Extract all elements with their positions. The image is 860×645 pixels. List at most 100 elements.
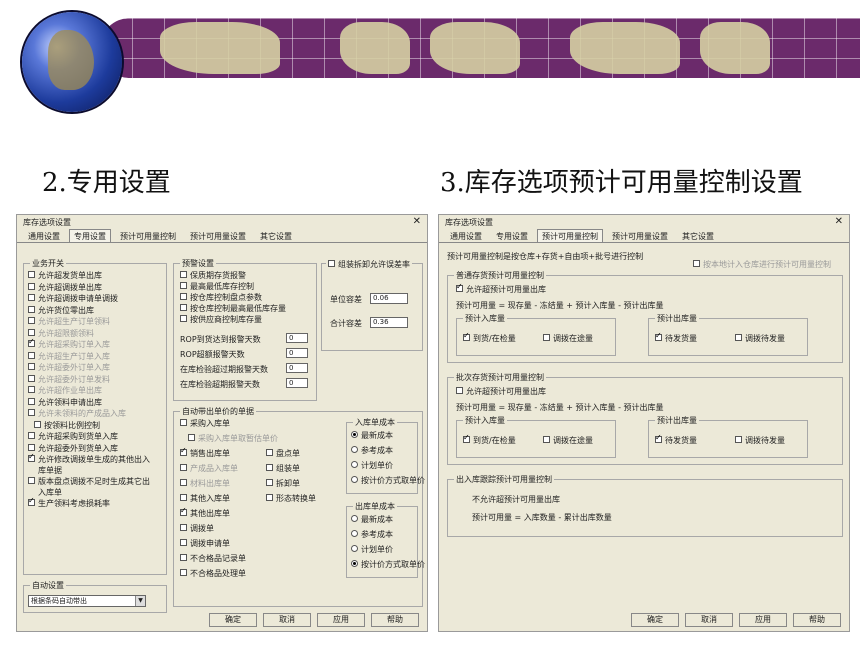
checkbox-item[interactable]: 按供应商控制库存量 bbox=[180, 314, 262, 325]
checkbox-item[interactable]: 到货/在检量 bbox=[463, 433, 516, 446]
checkbox-item[interactable]: 允许未领料的产成品入库 bbox=[28, 408, 126, 419]
checkbox[interactable] bbox=[735, 436, 742, 443]
checkbox-item[interactable]: 按领料比例控制 bbox=[34, 420, 100, 431]
checkbox[interactable] bbox=[28, 432, 35, 439]
checkbox[interactable] bbox=[180, 464, 187, 471]
checkbox[interactable] bbox=[28, 409, 35, 416]
ok-button[interactable]: 确定 bbox=[209, 613, 257, 627]
radio-option[interactable]: 参考成本 bbox=[351, 445, 393, 456]
checkbox[interactable] bbox=[34, 420, 41, 428]
tab[interactable]: 预计可用量设置 bbox=[607, 229, 673, 242]
radio-option[interactable]: 最新成本 bbox=[351, 514, 393, 525]
checkbox-item[interactable]: 保质期存货报警 bbox=[180, 270, 246, 281]
tab[interactable]: 专用设置 bbox=[491, 229, 533, 242]
checkbox[interactable] bbox=[266, 449, 273, 456]
help-button[interactable]: 帮助 bbox=[793, 613, 841, 627]
tab[interactable]: 其它设置 bbox=[255, 229, 297, 242]
checkbox[interactable] bbox=[180, 479, 187, 486]
checkbox-item[interactable]: 允许超委外订单发料 bbox=[28, 374, 110, 385]
warning-days-input[interactable]: 0 bbox=[286, 348, 308, 358]
tab[interactable]: 预计可用量设置 bbox=[185, 229, 251, 242]
checkbox-item[interactable]: 材料出库单 bbox=[180, 478, 230, 489]
checkbox-item[interactable]: 允许超作业单出库 bbox=[28, 385, 102, 396]
radio[interactable] bbox=[351, 530, 358, 537]
checkbox[interactable] bbox=[543, 334, 550, 341]
checkbox[interactable] bbox=[266, 464, 273, 471]
checkbox-item[interactable]: 组装单 bbox=[266, 463, 300, 474]
radio-option[interactable]: 按计价方式取单价 bbox=[351, 475, 425, 486]
checkbox[interactable] bbox=[655, 433, 662, 443]
radio-option[interactable]: 最新成本 bbox=[351, 430, 393, 441]
checkbox-item[interactable]: 允许超调拨单出库 bbox=[28, 282, 102, 293]
checkbox[interactable] bbox=[543, 436, 550, 443]
checkbox[interactable] bbox=[180, 315, 187, 322]
radio[interactable] bbox=[351, 545, 358, 552]
checkbox[interactable] bbox=[28, 496, 35, 506]
checkbox[interactable] bbox=[180, 419, 187, 426]
checkbox-item[interactable]: 产成品入库单 bbox=[180, 463, 238, 474]
checkbox-item[interactable]: 调拨在途量 bbox=[543, 435, 593, 446]
checkbox-item[interactable]: 允许超生产订单领料 bbox=[28, 316, 110, 327]
checkbox[interactable] bbox=[28, 337, 35, 347]
checkbox[interactable] bbox=[28, 452, 35, 462]
close-icon[interactable]: ✕ bbox=[835, 216, 843, 227]
warning-days-input[interactable]: 0 bbox=[286, 378, 308, 388]
checkbox[interactable] bbox=[188, 434, 195, 441]
checkbox-item[interactable]: 盘点单 bbox=[266, 448, 300, 459]
checkbox[interactable] bbox=[655, 331, 662, 341]
checkbox[interactable] bbox=[28, 363, 35, 370]
checkbox[interactable] bbox=[28, 271, 35, 278]
checkbox-item[interactable]: 采购入库单取暂估单价 bbox=[188, 433, 278, 444]
checkbox-item[interactable]: 允许超采购订单入库 bbox=[28, 337, 110, 350]
checkbox-item[interactable]: 允许超委外订单入库 bbox=[28, 362, 110, 373]
checkbox[interactable] bbox=[456, 282, 463, 292]
checkbox-item[interactable]: 按仓库控制最高最低库存量 bbox=[180, 303, 286, 314]
checkbox-item[interactable]: 最高最低库存控制 bbox=[180, 281, 254, 292]
warning-days-input[interactable]: 0 bbox=[286, 333, 308, 343]
checkbox-item[interactable]: 其他入库单 bbox=[180, 493, 230, 504]
checkbox[interactable] bbox=[266, 479, 273, 486]
checkbox[interactable] bbox=[28, 351, 35, 359]
cancel-button[interactable]: 取消 bbox=[685, 613, 733, 627]
checkbox[interactable] bbox=[693, 260, 700, 267]
checkbox-item[interactable]: 不合格品处理单 bbox=[180, 568, 246, 579]
apply-button[interactable]: 应用 bbox=[739, 613, 787, 627]
checkbox[interactable] bbox=[180, 271, 187, 278]
checkbox-item[interactable]: 允许修改调拨单生成的其他出入库单据 bbox=[28, 452, 150, 476]
checkbox[interactable] bbox=[28, 477, 35, 484]
checkbox-item[interactable]: 拆卸单 bbox=[266, 478, 300, 489]
checkbox-item[interactable]: 不合格品记录单 bbox=[180, 553, 246, 564]
radio[interactable] bbox=[351, 461, 358, 468]
checkbox[interactable] bbox=[28, 374, 35, 382]
checkbox[interactable] bbox=[28, 294, 35, 301]
local-warehouse-checkbox[interactable]: 按本地计入仓库进行预计可用量控制 bbox=[693, 259, 831, 270]
checkbox-item[interactable]: 允许超委外到货单入库 bbox=[28, 443, 118, 454]
checkbox[interactable] bbox=[180, 304, 187, 311]
checkbox-item[interactable]: 调拨待发量 bbox=[735, 435, 785, 446]
radio[interactable] bbox=[351, 431, 358, 438]
checkbox[interactable] bbox=[266, 494, 273, 501]
radio[interactable] bbox=[351, 560, 358, 567]
checkbox[interactable] bbox=[180, 293, 187, 300]
radio-option[interactable]: 计划单价 bbox=[351, 544, 393, 555]
checkbox[interactable] bbox=[180, 446, 187, 456]
checkbox-item[interactable]: 待发货量 bbox=[655, 433, 697, 446]
checkbox[interactable] bbox=[28, 317, 35, 324]
checkbox[interactable] bbox=[180, 506, 187, 516]
close-icon[interactable]: ✕ bbox=[413, 216, 421, 227]
checkbox-item[interactable]: 允许货位零出库 bbox=[28, 305, 94, 316]
checkbox[interactable] bbox=[180, 569, 187, 576]
checkbox-item[interactable]: 形态转换单 bbox=[266, 493, 316, 504]
tab[interactable]: 预计可用量控制 bbox=[537, 229, 603, 242]
radio-option[interactable]: 参考成本 bbox=[351, 529, 393, 540]
total-tolerance-input[interactable]: 0.36 bbox=[370, 317, 408, 328]
unit-tolerance-input[interactable]: 0.06 bbox=[370, 293, 408, 304]
checkbox-item[interactable]: 到货/在检量 bbox=[463, 331, 516, 344]
checkbox-item[interactable]: 销售出库单 bbox=[180, 446, 230, 459]
radio-option[interactable]: 按计价方式取单价 bbox=[351, 559, 425, 570]
checkbox[interactable] bbox=[28, 397, 35, 405]
radio-option[interactable]: 计划单价 bbox=[351, 460, 393, 471]
checkbox-item[interactable]: 按仓库控制盘点参数 bbox=[180, 292, 262, 303]
checkbox[interactable] bbox=[180, 282, 187, 289]
checkbox[interactable] bbox=[180, 539, 187, 546]
